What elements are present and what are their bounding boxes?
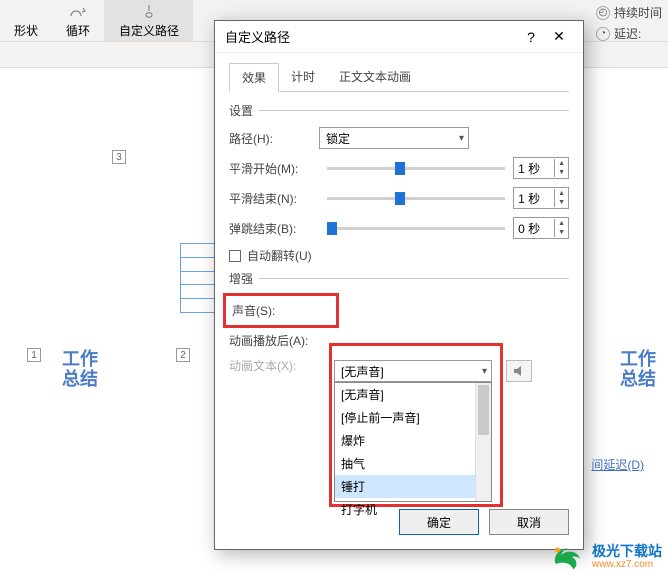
tab-timing[interactable]: 计时 <box>279 63 327 91</box>
group-enhance: 增强 <box>229 270 569 287</box>
scrollbar-handle[interactable] <box>478 385 489 435</box>
slide-anim-number-2[interactable]: 2 <box>176 348 190 362</box>
sound-option-suction[interactable]: 抽气 <box>335 452 491 475</box>
wordart-right-l1: 工作 <box>620 349 656 369</box>
wordart-right[interactable]: 工作 总结 <box>620 350 656 390</box>
wordart-left[interactable]: 工作 总结 <box>62 350 98 390</box>
row-sound: 声音(S): <box>232 302 330 319</box>
sound-option-stop-prev[interactable]: [停止前一声音] <box>335 406 491 429</box>
sound-option-none[interactable]: [无声音] <box>335 383 491 406</box>
loop-icon <box>68 4 88 22</box>
sound-combo[interactable]: [无声音] ▾ <box>334 360 492 382</box>
sound-combo-value: [无声音] <box>341 363 384 380</box>
sound-option-hammer[interactable]: 锤打 <box>335 475 491 498</box>
group-enhance-label: 增强 <box>229 270 253 287</box>
watermark-cn: 极光下载站 <box>592 544 662 559</box>
interval-delay-link[interactable]: 间延迟(D) <box>591 456 644 473</box>
ribbon-custom-label: 自定义路径 <box>119 22 179 39</box>
smooth-start-value[interactable] <box>514 161 554 175</box>
tab-text-anim[interactable]: 正文文本动画 <box>327 63 423 91</box>
spin-down[interactable]: ▼ <box>555 168 568 177</box>
spin-down[interactable]: ▼ <box>555 228 568 237</box>
bounce-end-value[interactable] <box>514 221 554 235</box>
ribbon-right: ◴ 持续时间 ◔ 延迟: <box>590 0 668 41</box>
checkbox-box <box>229 250 241 262</box>
spin-down[interactable]: ▼ <box>555 198 568 207</box>
tab-effect[interactable]: 效果 <box>229 63 279 92</box>
spin-up[interactable]: ▲ <box>555 189 568 198</box>
clock-icon: ◴ <box>596 6 610 20</box>
anim-text-label: 动画文本(X): <box>229 357 319 374</box>
ribbon-delay-row: ◔ 延迟: <box>596 25 662 42</box>
auto-reverse-checkbox[interactable]: 自动翻转(U) <box>229 247 569 264</box>
wordart-left-l1: 工作 <box>62 349 98 369</box>
slide-anim-number-3[interactable]: 3 <box>112 150 126 164</box>
row-smooth-start: 平滑开始(M): ▲▼ <box>229 157 569 179</box>
watermark-url: www.xz7.com <box>592 559 662 570</box>
smooth-end-value[interactable] <box>514 191 554 205</box>
bounce-end-spin[interactable]: ▲▼ <box>513 217 569 239</box>
ribbon-loop-label: 循环 <box>66 22 90 39</box>
delay-icon: ◔ <box>596 27 610 41</box>
path-label: 路径(H): <box>229 130 319 147</box>
path-combo-value: 锁定 <box>326 130 350 147</box>
path-combo[interactable]: 锁定 ▾ <box>319 127 469 149</box>
dialog-title-text: 自定义路径 <box>225 27 290 46</box>
group-settings: 设置 <box>229 102 569 119</box>
sound-dropdown-list[interactable]: [无声音] [停止前一声音] 爆炸 抽气 锤打 打字机 <box>334 382 492 502</box>
dialog-help-button[interactable]: ? <box>517 29 545 45</box>
smooth-start-label: 平滑开始(M): <box>229 160 319 177</box>
ribbon-shape[interactable]: 形状 <box>0 0 52 41</box>
bounce-end-slider[interactable] <box>319 227 513 230</box>
ribbon-duration-row: ◴ 持续时间 <box>596 4 662 21</box>
smooth-start-spin[interactable]: ▲▼ <box>513 157 569 179</box>
spin-up[interactable]: ▲ <box>555 219 568 228</box>
speaker-icon <box>512 364 526 378</box>
ribbon-custom-path[interactable]: 自定义路径 <box>105 0 193 41</box>
bounce-end-label: 弹跳结束(B): <box>229 220 319 237</box>
sound-option-typewriter[interactable]: 打字机 <box>335 498 491 521</box>
group-settings-label: 设置 <box>229 102 253 119</box>
row-path: 路径(H): 锁定 ▾ <box>229 127 569 149</box>
ribbon-loop[interactable]: 循环 <box>52 0 105 41</box>
spin-up[interactable]: ▲ <box>555 159 568 168</box>
slide-anim-number-1[interactable]: 1 <box>27 348 41 362</box>
watermark-logo-icon <box>550 543 586 571</box>
dialog-tabs: 效果 计时 正文文本动画 <box>229 63 569 92</box>
smooth-end-spin[interactable]: ▲▼ <box>513 187 569 209</box>
duration-label: 持续时间 <box>614 4 662 21</box>
chevron-down-icon: ▾ <box>482 366 487 377</box>
custom-path-icon <box>139 4 159 22</box>
watermark: 极光下载站 www.xz7.com <box>550 543 662 571</box>
dialog-titlebar[interactable]: 自定义路径 ? ✕ <box>215 21 583 53</box>
auto-reverse-label: 自动翻转(U) <box>247 247 312 264</box>
smooth-start-slider[interactable] <box>319 167 513 170</box>
sound-label-highlight: 声音(S): <box>223 293 339 328</box>
row-smooth-end: 平滑结束(N): ▲▼ <box>229 187 569 209</box>
ribbon-shape-label: 形状 <box>14 22 38 39</box>
sound-label: 声音(S): <box>232 302 275 319</box>
dialog-close-button[interactable]: ✕ <box>545 28 573 45</box>
delay-label: 延迟: <box>614 25 641 42</box>
sound-option-explosion[interactable]: 爆炸 <box>335 429 491 452</box>
chevron-down-icon: ▾ <box>459 133 464 144</box>
wordart-right-l2: 总结 <box>620 369 656 389</box>
cancel-button[interactable]: 取消 <box>489 509 569 535</box>
smooth-end-slider[interactable] <box>319 197 513 200</box>
play-sound-button[interactable] <box>506 360 532 382</box>
smooth-end-label: 平滑结束(N): <box>229 190 319 207</box>
dropdown-scrollbar[interactable] <box>475 383 491 501</box>
after-anim-label: 动画播放后(A): <box>229 332 319 349</box>
wordart-left-l2: 总结 <box>62 369 98 389</box>
row-bounce-end: 弹跳结束(B): ▲▼ <box>229 217 569 239</box>
